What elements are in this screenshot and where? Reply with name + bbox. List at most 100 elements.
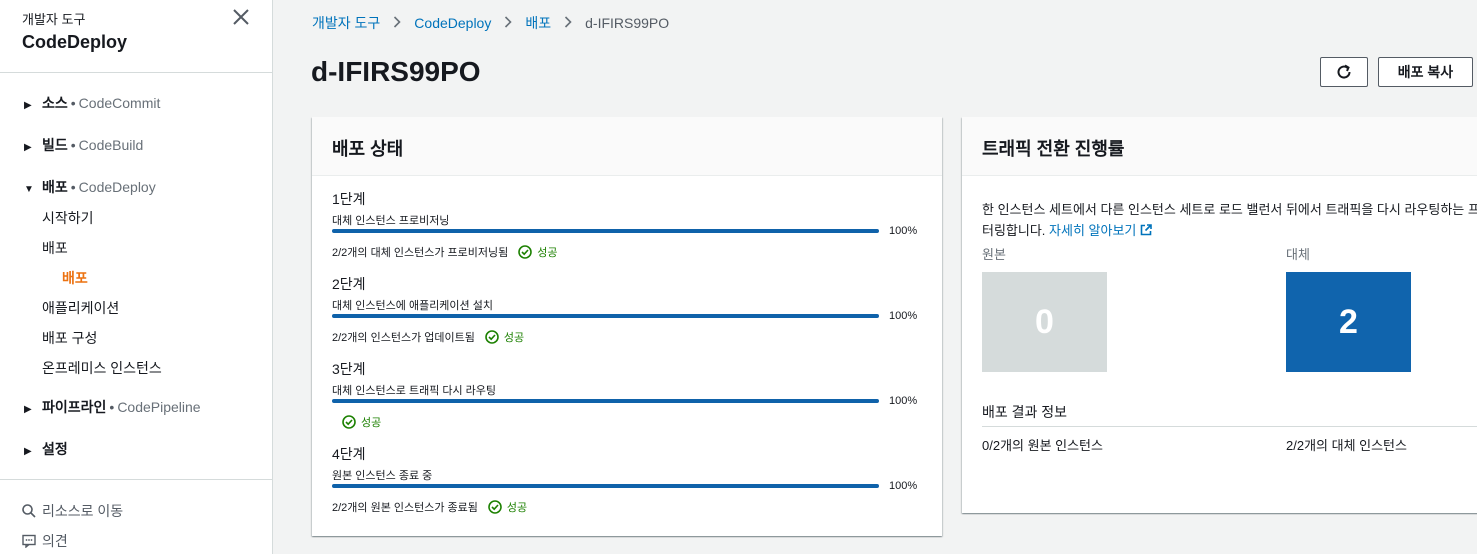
learn-more-label: 자세히 알아보기	[1049, 223, 1137, 238]
sidebar-section-build[interactable]: ▶ 빌드 • CodeBuild	[24, 135, 143, 155]
check-circle-icon	[342, 415, 356, 429]
chevron-right-icon	[393, 15, 401, 31]
refresh-icon	[1337, 64, 1351, 79]
description-line-2: 터링합니다.	[982, 223, 1046, 238]
go-to-resource-label: 리소스로 이동	[42, 503, 124, 519]
section-sub: CodePipeline	[117, 399, 201, 415]
breadcrumb-current: d-IFIRS99PO	[585, 15, 670, 31]
check-circle-icon	[518, 245, 533, 259]
progress-percent: 100%	[889, 225, 918, 237]
sidebar-section-deploy[interactable]: ▼ 배포 • CodeDeploy	[24, 177, 156, 197]
deployment-status-card: 배포 상태 1단계 대체 인스턴스 프로비저닝 100% 2/2개의 대체 인스…	[312, 117, 942, 536]
section-label: 파이프라인	[42, 399, 107, 415]
section-sub: CodeCommit	[78, 95, 161, 111]
learn-more-link[interactable]: 자세히 알아보기	[1049, 223, 1152, 238]
step-result: 2/2개의 대체 인스턴스가 프로비저닝됨 성공	[332, 244, 558, 260]
sidebar-section-source[interactable]: ▶ 소스 • CodeCommit	[24, 93, 160, 113]
original-instances-result: 0/2개의 원본 인스턴스	[982, 438, 1103, 453]
step-result: 성공	[332, 414, 381, 430]
chevron-right-icon	[504, 15, 512, 31]
check-circle-icon	[485, 330, 499, 344]
sidebar-divider	[0, 479, 272, 480]
result-text: 2/2개의 인스턴스가 업데이트됨	[332, 332, 475, 344]
status-text: 성공	[537, 247, 558, 259]
replacement-count-box: 2	[1286, 272, 1411, 372]
deployment-status-title: 배포 상태	[312, 117, 942, 176]
traffic-description: 한 인스턴스 세트에서 다른 인스턴스 세트로 로드 밸런서 뒤에서 트래픽을 …	[982, 199, 1477, 241]
sidebar-item-deployment-active[interactable]: 배포	[62, 268, 88, 288]
step-3: 3단계 대체 인스턴스로 트래픽 다시 라우팅 100% 성공	[332, 359, 932, 429]
replacement-label: 대체	[1286, 247, 1310, 262]
sidebar: 개발자 도구 CodeDeploy ▶ 소스 • CodeCommit ▶ 빌드 • Cod…	[0, 0, 273, 554]
copy-deployment-button[interactable]: 배포 복사	[1378, 57, 1473, 87]
original-label: 원본	[982, 247, 1006, 262]
success-status: 성공	[518, 244, 558, 260]
caret-right-icon: ▶	[24, 404, 32, 415]
section-label: 배포	[42, 179, 68, 195]
step-description: 원본 인스턴스 종료 중	[332, 470, 433, 482]
progress-bar	[332, 229, 879, 233]
success-status: 성공	[485, 329, 524, 345]
chevron-right-icon	[564, 15, 572, 31]
sidebar-eyebrow: 개발자 도구	[22, 12, 86, 27]
sidebar-section-settings[interactable]: ▶ 설정	[24, 439, 68, 459]
caret-right-icon: ▶	[24, 100, 32, 111]
result-text: 2/2개의 대체 인스턴스가 프로비저닝됨	[332, 247, 509, 259]
step-title: 1단계	[332, 191, 366, 207]
step-result: 2/2개의 인스턴스가 업데이트됨 성공	[332, 329, 524, 345]
step-description: 대체 인스턴스로 트래픽 다시 라우팅	[332, 385, 497, 397]
step-1: 1단계 대체 인스턴스 프로비저닝 100% 2/2개의 대체 인스턴스가 프로…	[332, 189, 932, 259]
breadcrumb-dev-tools[interactable]: 개발자 도구	[312, 13, 380, 33]
sidebar-title: CodeDeploy	[22, 32, 128, 52]
sidebar-item-on-premises[interactable]: 온프레미스 인스턴스	[42, 358, 162, 378]
caret-right-icon: ▶	[24, 446, 32, 457]
sidebar-item-getting-started[interactable]: 시작하기	[42, 208, 94, 228]
success-status: 성공	[488, 499, 527, 515]
step-title: 3단계	[332, 361, 366, 377]
step-4: 4단계 원본 인스턴스 종료 중 100% 2/2개의 원본 인스턴스가 종료됨…	[332, 444, 932, 514]
progress-percent: 100%	[889, 395, 918, 407]
step-title: 4단계	[332, 446, 366, 462]
section-label: 소스	[42, 95, 68, 111]
breadcrumb-deployments[interactable]: 배포	[525, 13, 551, 33]
original-count-box: 0	[982, 272, 1107, 372]
close-icon[interactable]	[232, 8, 250, 26]
sidebar-feedback[interactable]: 의견	[22, 531, 68, 551]
step-description: 대체 인스턴스 프로비저닝	[332, 215, 450, 227]
caret-down-icon: ▼	[24, 184, 34, 195]
replacement-instances-result: 2/2개의 대체 인스턴스	[1286, 438, 1407, 453]
sidebar-section-pipeline[interactable]: ▶ 파이프라인 • CodePipeline	[24, 397, 201, 417]
progress-percent: 100%	[889, 310, 918, 322]
section-sub: CodeBuild	[78, 137, 144, 153]
step-title: 2단계	[332, 276, 366, 292]
status-text: 성공	[503, 332, 525, 344]
result-text: 2/2개의 원본 인스턴스가 종료됨	[332, 502, 478, 514]
traffic-shifting-card: 트래픽 전환 진행률 한 인스턴스 세트에서 다른 인스턴스 세트로 로드 밸런…	[962, 117, 1477, 513]
sidebar-item-applications[interactable]: 애플리케이션	[42, 298, 119, 318]
info-divider	[982, 426, 1477, 427]
deployment-result-info-title: 배포 결과 정보	[982, 404, 1068, 420]
progress-bar	[332, 484, 879, 488]
section-label: 빌드	[42, 137, 68, 153]
page-title: d-IFIRS99PO	[311, 56, 481, 87]
step-result: 2/2개의 원본 인스턴스가 종료됨 성공	[332, 499, 527, 515]
status-text: 성공	[361, 417, 382, 429]
sidebar-item-deployments[interactable]: 배포	[42, 238, 68, 258]
feedback-icon	[22, 534, 36, 548]
section-label: 설정	[42, 441, 68, 457]
step-2: 2단계 대체 인스턴스에 애플리케이션 설치 100% 2/2개의 인스턴스가 …	[332, 274, 932, 344]
refresh-button[interactable]	[1320, 57, 1368, 87]
breadcrumb-codedeploy[interactable]: CodeDeploy	[414, 15, 491, 31]
status-text: 성공	[506, 502, 528, 514]
description-line-1: 한 인스턴스 세트에서 다른 인스턴스 세트로 로드 밸런서 뒤에서 트래픽을 …	[982, 202, 1477, 217]
feedback-label: 의견	[42, 533, 68, 549]
progress-bar	[332, 399, 879, 403]
sidebar-item-deployment-configs[interactable]: 배포 구성	[42, 328, 97, 348]
sidebar-go-to-resource[interactable]: 리소스로 이동	[22, 501, 123, 521]
search-icon	[22, 504, 36, 518]
progress-percent: 100%	[889, 480, 918, 492]
breadcrumb: 개발자 도구 CodeDeploy 배포 d-IFIRS99PO	[312, 13, 669, 33]
step-description: 대체 인스턴스에 애플리케이션 설치	[332, 300, 493, 312]
success-status: 성공	[342, 414, 381, 430]
external-link-icon	[1140, 224, 1152, 236]
